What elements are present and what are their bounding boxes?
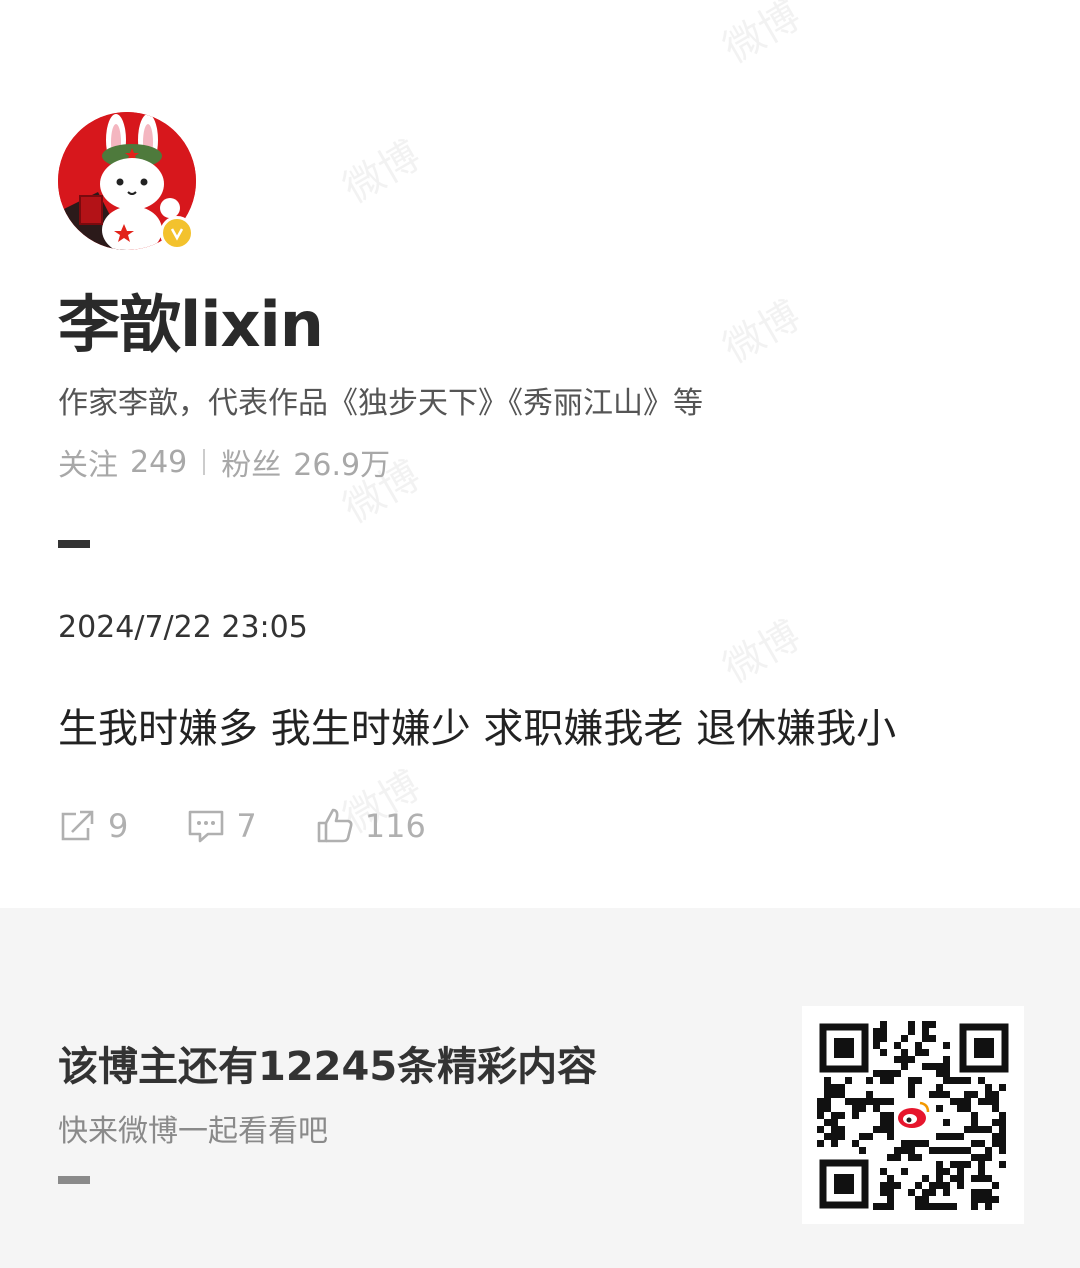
watermark: 微博 <box>715 292 809 373</box>
comment-icon <box>189 810 224 843</box>
promo-divider <box>58 1176 90 1184</box>
qr-code-image <box>802 1006 1024 1224</box>
stats-divider <box>203 449 206 475</box>
section-divider <box>58 540 90 548</box>
post-card: 微博 微博 微博 微博 微博 微博 李歆lixin 作家李歆，代表作品《独步天下… <box>0 0 1080 908</box>
like-count: 116 <box>364 807 426 845</box>
followers-label[interactable]: 粉丝 <box>221 440 281 484</box>
watermark: 微博 <box>715 0 809 73</box>
verified-badge-icon <box>160 216 194 250</box>
comment-button[interactable]: 7 <box>186 806 257 846</box>
watermark: 微博 <box>715 612 809 693</box>
promo-subtitle: 快来微博一起看看吧 <box>58 1114 328 1149</box>
thumbs-up-icon <box>317 808 353 843</box>
post-actions: 9 7 116 <box>58 806 484 846</box>
following-count[interactable]: 249 <box>130 445 187 480</box>
comment-count: 7 <box>236 807 257 845</box>
profile-stats: 关注 249 粉丝 26.9万 <box>58 440 390 484</box>
post-text: 生我时嫌多 我生时嫌少 求职嫌我老 退休嫌我小 <box>58 706 897 752</box>
post-datetime: 2024/7/22 23:05 <box>58 610 308 645</box>
repost-button[interactable]: 9 <box>58 806 128 846</box>
watermark: 微博 <box>335 132 429 213</box>
repost-icon <box>61 810 94 841</box>
like-button[interactable]: 116 <box>315 806 426 846</box>
repost-count: 9 <box>108 807 129 845</box>
following-label[interactable]: 关注 <box>58 440 118 484</box>
promo-title: 该博主还有12245条精彩内容 <box>58 1044 598 1090</box>
profile-bio: 作家李歆，代表作品《独步天下》《秀丽江山》等 <box>58 386 703 421</box>
followers-count[interactable]: 26.9万 <box>293 440 390 484</box>
profile-name[interactable]: 李歆lixin <box>58 274 324 364</box>
qr-code[interactable] <box>802 1006 1024 1224</box>
